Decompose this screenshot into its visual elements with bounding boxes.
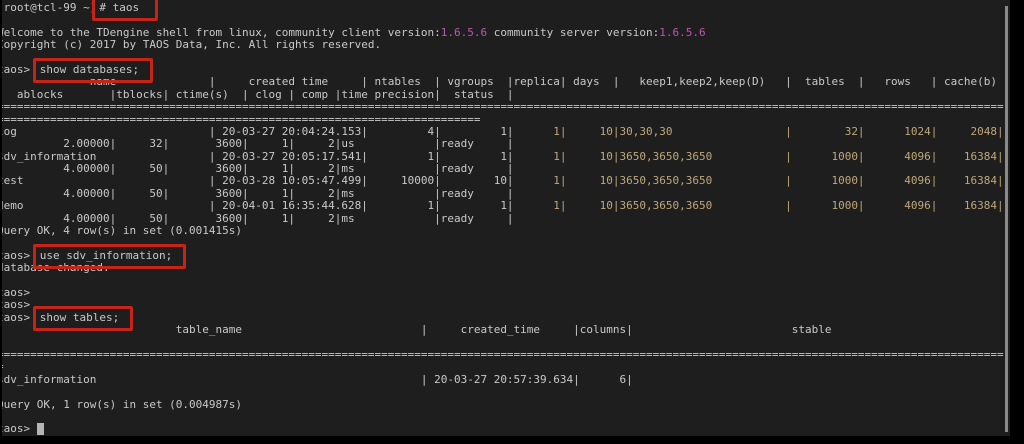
copyright-line: Copyright (c) 2017 by TAOS Data, Inc. Al… (2, 39, 1010, 51)
query-ok-text: Query OK, 4 row(s) in set (0.001415s) (2, 224, 242, 237)
taos-prompt: taos> (2, 286, 37, 299)
db-row-text: demo | 20-04-01 16:35:44.628| 1| 1| (2, 199, 514, 212)
query-result-line: Query OK, 1 row(s) in set (0.004987s) (2, 399, 1010, 411)
separator: ========================================… (2, 100, 1004, 113)
command-taos: # taos (92, 0, 158, 21)
command-show-databases: show databases; (33, 58, 153, 83)
command-line: taos> use sdv_information; (2, 250, 1010, 262)
db-row-text: test | 20-03-28 10:05:47.499| 10000| 10| (2, 174, 514, 187)
terminal-line (2, 52, 1010, 64)
query-result-line: Query OK, 4 row(s) in set (0.001415s) (2, 225, 1010, 237)
shell-prompt-line: [root@tcl-99 ~]# taos (2, 2, 1010, 14)
taos-prompt: taos> (2, 249, 37, 262)
copyright-text: Copyright (c) 2017 by TAOS Data, Inc. Al… (2, 38, 381, 51)
server-version-number: 1.6.5.6 (659, 26, 705, 39)
column-headers: ablocks |tblocks| ctime(s) | clog | comp… (2, 88, 514, 101)
command-use-database: use sdv_information; (33, 244, 186, 269)
column-headers: table_name | created_time |columns| stab… (2, 323, 1004, 336)
terminal-cursor (37, 423, 44, 435)
separator-line: ========================================… (2, 349, 1010, 361)
db-row-text: 2.00000| 32| 3600| 1| 2|us |ready | (2, 137, 514, 150)
db-row-values: 1| 10|3650,3650,3650 | 1000| 4096| 16384… (514, 174, 1004, 187)
client-version-number: 1.6.5.6 (441, 26, 487, 39)
terminal-line (2, 275, 1010, 287)
taos-prompt: taos> (2, 63, 37, 76)
command-line: taos> (2, 299, 1010, 311)
db-row-values: 1| 10|3650,3650,3650 | 1000| 4096| 16384… (514, 199, 1004, 212)
db-row-values: 1| 10|3650,3650,3650 | 1000| 4096| 16384… (514, 150, 1004, 163)
separator: ========================================… (2, 348, 1004, 361)
separator: = (2, 360, 4, 373)
db-row-text: 4.00000| 50| 3600| 1| 2|ms |ready | (2, 212, 514, 225)
terminal-output: [root@tcl-99 ~]# taos Welcome to the TDe… (2, 0, 1010, 436)
tables-header: table_name | created_time |columns| stab… (2, 324, 1010, 336)
input-line: taos> (2, 423, 1010, 435)
table-row-text: | (2, 385, 4, 398)
command-line: taos> (2, 287, 1010, 299)
db-row-text: 4.00000| 50| 3600| 1| 2|ms |ready | (2, 187, 514, 200)
table-row-text: sdv_information | 20-03-27 20:57:39.634|… (2, 373, 633, 386)
db-row-text: sdv_information | 20-03-27 20:05:17.541|… (2, 150, 514, 163)
query-ok-text: Query OK, 1 row(s) in set (0.004987s) (2, 398, 242, 411)
terminal-line (2, 411, 1010, 423)
table-row-sdv: sdv_information | 20-03-27 20:57:39.634|… (2, 374, 1010, 386)
db-row-text: 4.00000| 50| 3600| 1| 2|ms |ready | (2, 162, 514, 175)
separator: ========================================… (2, 113, 480, 126)
column-headers: name | created time | ntables | vgroups … (2, 75, 1010, 88)
welcome-text: Welcome to the TDengine shell from linux… (2, 26, 441, 39)
taos-prompt: taos> (2, 422, 37, 435)
screenshot-root: { "terminal": { "colors": { "background"… (0, 0, 1024, 444)
terminal-window[interactable]: [root@tcl-99 ~]# taos Welcome to the TDe… (2, 0, 1010, 436)
taos-prompt: taos> (2, 298, 37, 311)
column-headers: | (2, 336, 4, 349)
db-row-text: log | 20-03-27 20:04:24.153| 4| 1| (2, 125, 514, 138)
shell-prompt: [root@tcl-99 ~] (2, 1, 96, 14)
welcome-text: community server version: (487, 26, 659, 39)
db-row-values: 1| 10|30,30,30 | 32| 1024| 2048| (514, 125, 1004, 138)
command-show-tables: show tables; (33, 306, 133, 331)
taos-prompt: taos> (2, 311, 37, 324)
scrollbar[interactable] (1005, 6, 1008, 432)
